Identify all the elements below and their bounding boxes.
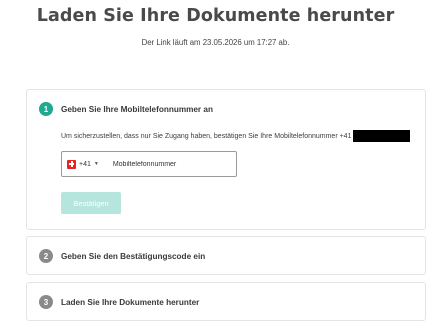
confirm-button[interactable]: Bestätigen (61, 192, 121, 214)
step-3-panel: 3 Laden Sie Ihre Dokumente herunter (26, 282, 426, 321)
step-description: Um sicherzustellen, dass nur Sie Zugang … (61, 130, 411, 142)
step-2-header: 2 Geben Sie den Bestätigungscode ein (39, 249, 205, 263)
step-number-badge: 2 (39, 249, 53, 263)
phone-number-field[interactable]: +41 ▼ (61, 151, 237, 177)
description-text: Um sicherzustellen, dass nur Sie Zugang … (61, 132, 352, 140)
link-expiry-notice: Der Link läuft am 23.05.2026 um 17:27 ab… (141, 38, 290, 47)
chevron-down-icon[interactable]: ▼ (94, 161, 99, 167)
step-number-badge: 3 (39, 295, 53, 309)
switzerland-flag-icon[interactable] (67, 159, 76, 169)
step-title: Geben Sie Ihre Mobiltelefonnummer an (61, 104, 213, 114)
redacted-phone-number (353, 130, 411, 142)
step-1-header: 1 Geben Sie Ihre Mobiltelefonnummer an (39, 102, 213, 116)
step-title: Geben Sie den Bestätigungscode ein (61, 251, 206, 261)
step-1-panel: 1 Geben Sie Ihre Mobiltelefonnummer an U… (26, 89, 426, 230)
page-title: Laden Sie Ihre Dokumente herunter (36, 6, 395, 26)
step-title: Laden Sie Ihre Dokumente herunter (61, 297, 200, 307)
step-2-panel: 2 Geben Sie den Bestätigungscode ein (26, 236, 426, 275)
step-3-header: 3 Laden Sie Ihre Dokumente herunter (39, 295, 199, 309)
mobile-number-input[interactable] (112, 160, 223, 168)
country-dial-code[interactable]: +41 (79, 161, 91, 168)
step-number-badge: 1 (39, 102, 53, 116)
